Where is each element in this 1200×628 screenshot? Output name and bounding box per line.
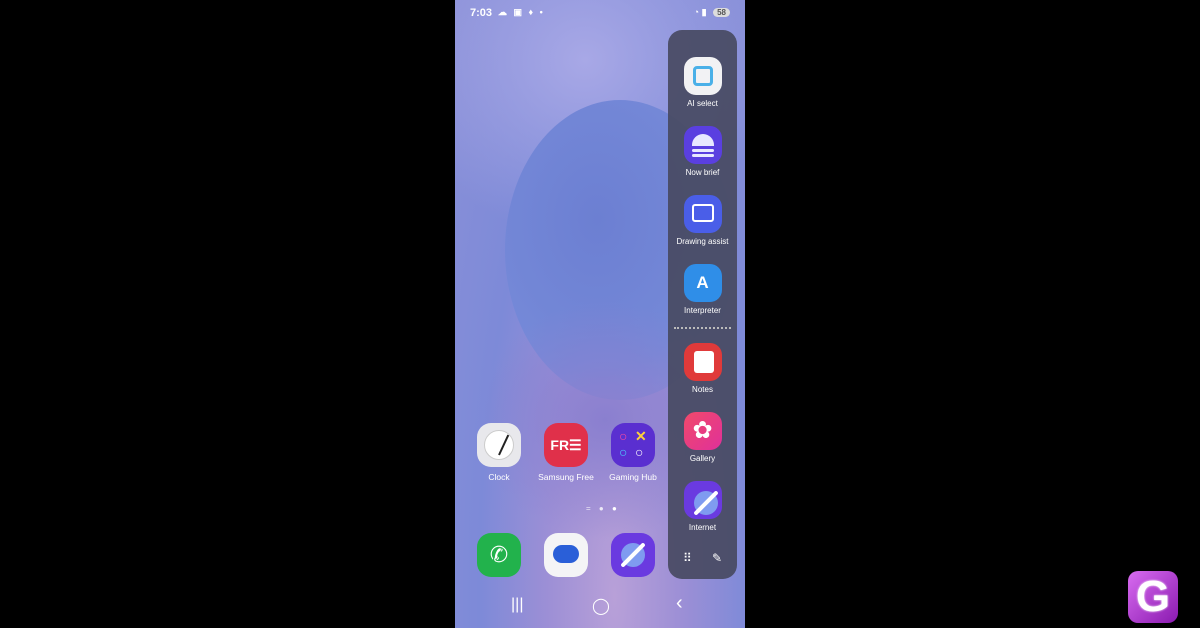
edge-app-label: Now brief — [685, 168, 720, 177]
dock-phone[interactable]: ✆ — [467, 533, 531, 577]
page-indicator[interactable]: = ● ● — [583, 504, 620, 513]
edge-app-label: Internet — [688, 523, 717, 532]
image-icon: ▣ — [513, 7, 525, 17]
notes-icon — [683, 343, 722, 381]
ai-select-icon — [683, 57, 722, 95]
edge-panel-footer: ⠿ ✎ — [668, 551, 737, 567]
edge-app-ai-select[interactable]: AI select — [668, 57, 737, 108]
home-button[interactable]: ◯ — [592, 596, 610, 616]
navigation-bar: ||| ◯ ‹ — [455, 592, 745, 620]
now-brief-icon — [683, 126, 722, 164]
messages-icon — [544, 533, 588, 577]
status-system-icons: ◔ ▮ 58 — [694, 7, 730, 18]
recents-button[interactable]: ||| — [511, 596, 523, 614]
samsung-free-icon: FR☰ — [544, 423, 588, 467]
edge-app-interpreter[interactable]: A Interpreter — [668, 264, 737, 315]
gaming-hub-icon: ○ ✕ ○ ○ — [611, 423, 655, 467]
edge-app-label: Drawing assist — [676, 237, 729, 246]
app-label: Clock — [488, 472, 510, 482]
edge-app-now-brief[interactable]: Now brief — [668, 126, 737, 177]
internet-icon — [683, 481, 722, 519]
drawing-assist-icon — [683, 195, 722, 233]
wifi-icon: ◔ — [693, 7, 700, 17]
status-notification-icons: ☁ ▣ ♦ • — [498, 7, 545, 18]
edge-panel[interactable]: AI select Now brief Drawing assist A Int… — [668, 30, 737, 579]
app-label: Gaming Hub — [609, 472, 657, 482]
edge-app-label: Gallery — [689, 454, 716, 463]
status-bar: 7:03 ☁ ▣ ♦ • ◔ ▮ 58 — [470, 7, 730, 21]
edge-app-label: Interpreter — [684, 306, 721, 315]
cloud-icon: ☁ — [498, 7, 509, 17]
app-samsung-free[interactable]: FR☰ Samsung Free — [534, 423, 598, 482]
edit-pencil-icon[interactable]: ✎ — [712, 551, 722, 565]
edge-divider — [674, 327, 731, 329]
status-time: 7:03 — [470, 7, 493, 19]
app-clock[interactable]: Clock — [467, 423, 531, 482]
page-dot: = — [586, 504, 591, 513]
edge-app-drawing-assist[interactable]: Drawing assist — [668, 195, 737, 246]
app-gaming-hub[interactable]: ○ ✕ ○ ○ Gaming Hub — [601, 423, 665, 482]
gallery-icon — [683, 412, 722, 450]
page-dot-active: ● — [611, 504, 617, 513]
internet-icon — [611, 533, 655, 577]
phone-icon: ✆ — [477, 533, 521, 577]
clock-icon — [477, 423, 521, 467]
signal-icon: ▮ — [701, 7, 707, 17]
all-apps-grid-icon[interactable]: ⠿ — [683, 551, 692, 565]
edge-app-internet[interactable]: Internet — [668, 481, 737, 532]
dock-messages[interactable] — [534, 533, 598, 577]
app-label: Samsung Free — [538, 472, 594, 482]
edge-app-label: Notes — [692, 385, 713, 394]
home-dot: ● — [598, 504, 604, 513]
edge-app-label: AI select — [687, 99, 718, 108]
watermark-logo: G — [1128, 571, 1178, 623]
back-button[interactable]: ‹ — [676, 592, 683, 615]
battery-indicator: 58 — [713, 8, 730, 17]
bulb-icon: ♦ — [528, 7, 536, 17]
dock-internet[interactable] — [601, 533, 665, 577]
edge-app-gallery[interactable]: Gallery — [668, 412, 737, 463]
edge-app-notes[interactable]: Notes — [668, 343, 737, 394]
dot-icon: • — [539, 7, 545, 17]
interpreter-icon: A — [683, 264, 722, 302]
